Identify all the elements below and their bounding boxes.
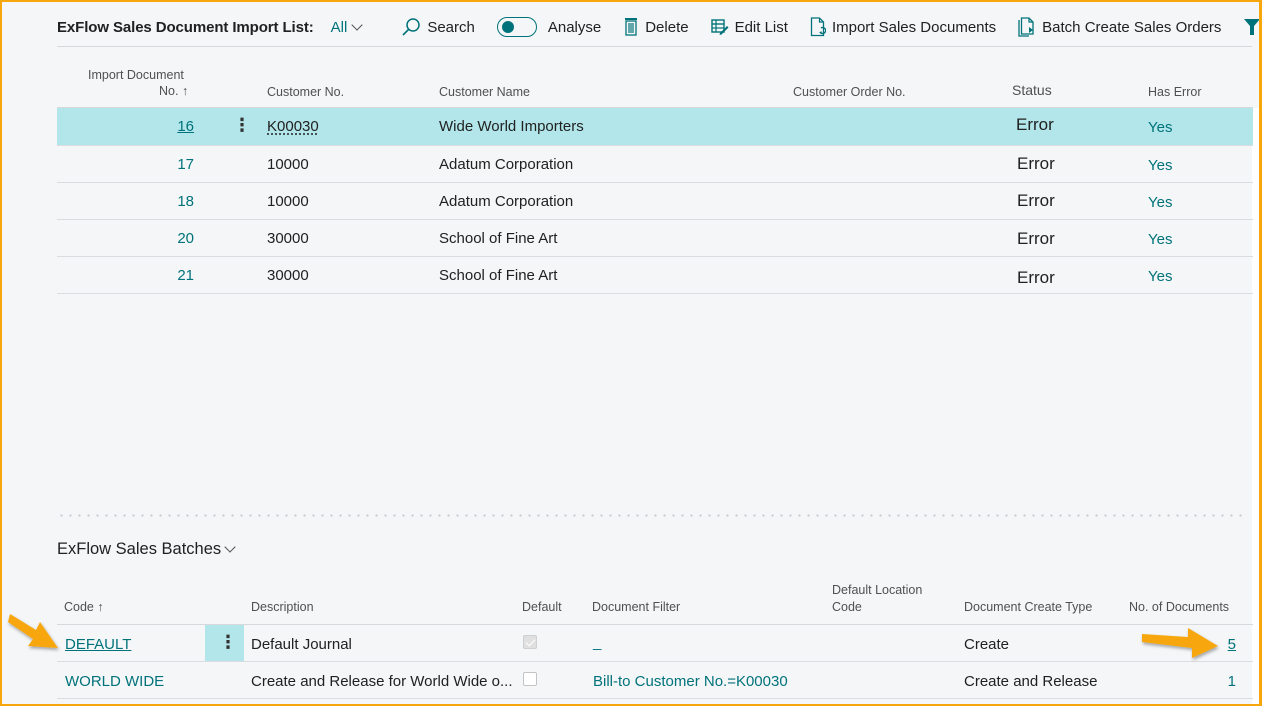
column-header-document-create-type[interactable]: Document Create Type — [964, 600, 1092, 614]
customer-name: School of Fine Art — [439, 267, 558, 284]
table-row[interactable]: 18 10000 Adatum Corporation Error Yes — [57, 183, 1253, 220]
status: Error — [1017, 268, 1055, 287]
action-bar: ExFlow Sales Document Import List: All S… — [57, 8, 1262, 46]
document-create-type: Create — [964, 636, 1010, 653]
customer-name: Wide World Importers — [439, 118, 584, 135]
document-filter[interactable]: _ — [593, 634, 601, 651]
part-splitter[interactable] — [57, 514, 1247, 517]
has-error[interactable]: Yes — [1148, 194, 1172, 211]
column-header-customer-no[interactable]: Customer No. — [267, 85, 344, 99]
column-header-code[interactable]: Code ↑ — [64, 600, 104, 614]
column-header-status[interactable]: Status — [1012, 82, 1052, 98]
edit-list-button[interactable]: Edit List — [710, 18, 788, 36]
import-document-list: Import Document No. ↑ Customer No. Custo… — [57, 60, 1253, 294]
sales-batches-list: Code ↑ Description Default Document Filt… — [57, 580, 1253, 699]
no-of-documents-link[interactable]: 1 — [1228, 673, 1236, 690]
column-header-customer-name[interactable]: Customer Name — [439, 85, 530, 99]
has-error[interactable]: Yes — [1148, 268, 1172, 285]
column-header-default-location-code[interactable]: Default Location — [832, 583, 922, 597]
batch-description: Default Journal — [251, 636, 352, 653]
batch-create-sales-orders-button[interactable]: Batch Create Sales Orders — [1018, 17, 1221, 37]
sales-batches-part-title[interactable]: ExFlow Sales Batches — [57, 540, 236, 559]
doc-no-link[interactable]: 16 — [177, 118, 194, 135]
batch-document-icon — [1018, 17, 1034, 37]
list-header: Import Document No. ↑ Customer No. Custo… — [57, 60, 1253, 108]
toggle-switch[interactable] — [496, 17, 537, 37]
view-filter-label: All — [330, 18, 348, 36]
customer-no: 10000 — [267, 193, 309, 210]
status: Error — [1017, 229, 1055, 248]
sort-ascending-icon: ↑ — [97, 600, 104, 614]
status: Error — [1017, 191, 1055, 210]
no-of-documents-link[interactable]: 5 — [1228, 636, 1236, 653]
column-header-default-location-code-line2[interactable]: Code — [832, 600, 862, 614]
doc-no-link[interactable]: 18 — [177, 193, 194, 210]
table-row[interactable]: DEFAULT ⋮ Default Journal _ Create 5 — [57, 625, 1253, 662]
customer-name: Adatum Corporation — [439, 156, 574, 173]
status: Error — [1017, 154, 1055, 173]
analyse-toggle[interactable]: Analyse — [496, 17, 601, 37]
row-menu-button[interactable]: ⋮ — [233, 115, 251, 136]
table-row[interactable]: 21 30000 School of Fine Art Error Yes — [57, 257, 1253, 294]
has-error[interactable]: Yes — [1148, 157, 1172, 174]
table-row[interactable]: 16 ⋮ K00030 Wide World Importers Error Y… — [57, 108, 1253, 146]
delete-button[interactable]: Delete — [623, 17, 689, 37]
document-create-type: Create and Release — [964, 673, 1098, 690]
column-header-import-doc-no[interactable]: Import Document — [88, 68, 184, 82]
column-header-document-filter[interactable]: Document Filter — [592, 600, 680, 614]
search-button[interactable]: Search — [401, 17, 475, 37]
document-import-icon — [810, 17, 826, 37]
doc-no-link[interactable]: 20 — [177, 230, 194, 247]
batch-code-link[interactable]: WORLD WIDE — [65, 673, 164, 690]
customer-no: 30000 — [267, 230, 309, 247]
column-header-has-error[interactable]: Has Error — [1148, 85, 1201, 99]
import-sales-documents-button[interactable]: Import Sales Documents — [810, 17, 996, 37]
has-error[interactable]: Yes — [1148, 119, 1172, 136]
batch-description: Create and Release for World Wide o... — [251, 673, 513, 690]
sort-ascending-icon: ↑ — [181, 84, 189, 98]
customer-no[interactable]: K00030 — [267, 118, 319, 135]
toolbar-divider-line — [57, 46, 1252, 47]
default-checkbox[interactable] — [523, 635, 537, 649]
filter-icon — [1244, 19, 1261, 35]
show-filter-button[interactable]: Sh — [1243, 18, 1262, 36]
list-header: Code ↑ Description Default Document Filt… — [57, 580, 1253, 625]
table-row[interactable]: 20 30000 School of Fine Art Error Yes — [57, 220, 1253, 257]
page-title: ExFlow Sales Document Import List: — [57, 18, 314, 36]
status: Error — [1016, 115, 1054, 134]
annotation-arrow-icon — [8, 614, 58, 648]
column-header-customer-order-no[interactable]: Customer Order No. — [793, 85, 906, 99]
default-checkbox[interactable] — [523, 672, 537, 686]
view-filter-dropdown[interactable]: All — [330, 18, 363, 36]
chevron-down-icon — [351, 18, 363, 31]
doc-no-link[interactable]: 21 — [177, 267, 194, 284]
customer-no: 30000 — [267, 267, 309, 284]
edit-list-icon — [710, 19, 729, 35]
column-header-description[interactable]: Description — [251, 600, 314, 614]
customer-no: 10000 — [267, 156, 309, 173]
has-error[interactable]: Yes — [1148, 231, 1172, 248]
column-header-import-doc-no-line2[interactable]: No. ↑ — [159, 84, 188, 98]
customer-name: School of Fine Art — [439, 230, 558, 247]
annotation-arrow-icon — [1142, 628, 1218, 658]
document-filter[interactable]: Bill-to Customer No.=K00030 — [593, 673, 788, 690]
column-header-no-of-documents[interactable]: No. of Documents — [1129, 600, 1229, 614]
table-row[interactable]: WORLD WIDE Create and Release for World … — [57, 662, 1253, 699]
trash-icon — [625, 18, 638, 36]
chevron-down-icon — [224, 541, 236, 553]
table-row[interactable]: 17 10000 Adatum Corporation Error Yes — [57, 146, 1253, 183]
customer-name: Adatum Corporation — [439, 193, 574, 210]
batch-code-link[interactable]: DEFAULT — [65, 636, 131, 653]
doc-no-link[interactable]: 17 — [177, 156, 194, 173]
search-icon — [402, 18, 421, 36]
column-header-default[interactable]: Default — [522, 600, 562, 614]
row-menu-button[interactable]: ⋮ — [219, 632, 237, 653]
